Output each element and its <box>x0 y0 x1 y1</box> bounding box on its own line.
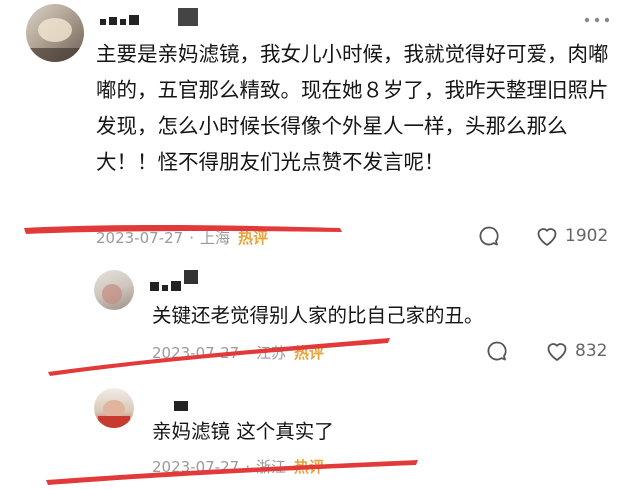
comment-meta: 2023-07-27 · 上海 热评 <box>96 227 268 248</box>
comment-text: 关键还老觉得别人家的比自己家的丑。 <box>152 304 484 327</box>
username-blur-block <box>184 270 198 284</box>
comment-date: 2023-07-27 <box>152 458 240 476</box>
comment-text: 主要是亲妈滤镜，我女儿小时候，我就觉得好可爱，肉嘟嘟的，五官那么精致。现在她８岁… <box>96 42 609 174</box>
heart-icon <box>535 225 559 247</box>
comment-location: 浙江 <box>255 458 286 476</box>
avatar[interactable] <box>94 388 134 428</box>
comment-bubble-icon <box>478 225 500 247</box>
reply-button[interactable] <box>478 225 500 247</box>
avatar[interactable] <box>26 4 84 62</box>
like-button[interactable]: 832 <box>545 340 607 362</box>
like-count: 832 <box>575 341 608 361</box>
username-blurred[interactable] <box>174 396 191 415</box>
comment-meta: 2023-07-27 · 江苏 热评 <box>152 342 324 363</box>
meta-separator: · <box>245 458 250 476</box>
comment-location: 上海 <box>199 229 230 247</box>
comment-bubble-icon <box>486 340 508 362</box>
avatar[interactable] <box>94 270 134 310</box>
hot-badge: 热评 <box>293 458 324 476</box>
like-count: 1902 <box>565 226 609 246</box>
comment-date: 2023-07-27 <box>96 229 184 247</box>
username-blur-block <box>178 8 198 26</box>
comment-date: 2023-07-27 <box>152 344 240 362</box>
meta-separator: · <box>189 229 194 247</box>
hot-badge: 热评 <box>293 344 324 362</box>
comment-location: 江苏 <box>255 344 286 362</box>
more-dots-icon[interactable] <box>583 8 611 30</box>
username-blurred[interactable] <box>150 276 184 295</box>
like-button[interactable]: 1902 <box>535 225 608 247</box>
heart-icon <box>545 340 569 362</box>
comment-meta: 2023-07-27 · 浙江 热评 <box>152 456 324 477</box>
username-blurred[interactable] <box>100 10 142 29</box>
reply-button[interactable] <box>486 340 508 362</box>
meta-separator: · <box>245 344 250 362</box>
comment-text: 亲妈滤镜 这个真实了 <box>152 420 334 443</box>
hot-badge: 热评 <box>237 229 268 247</box>
